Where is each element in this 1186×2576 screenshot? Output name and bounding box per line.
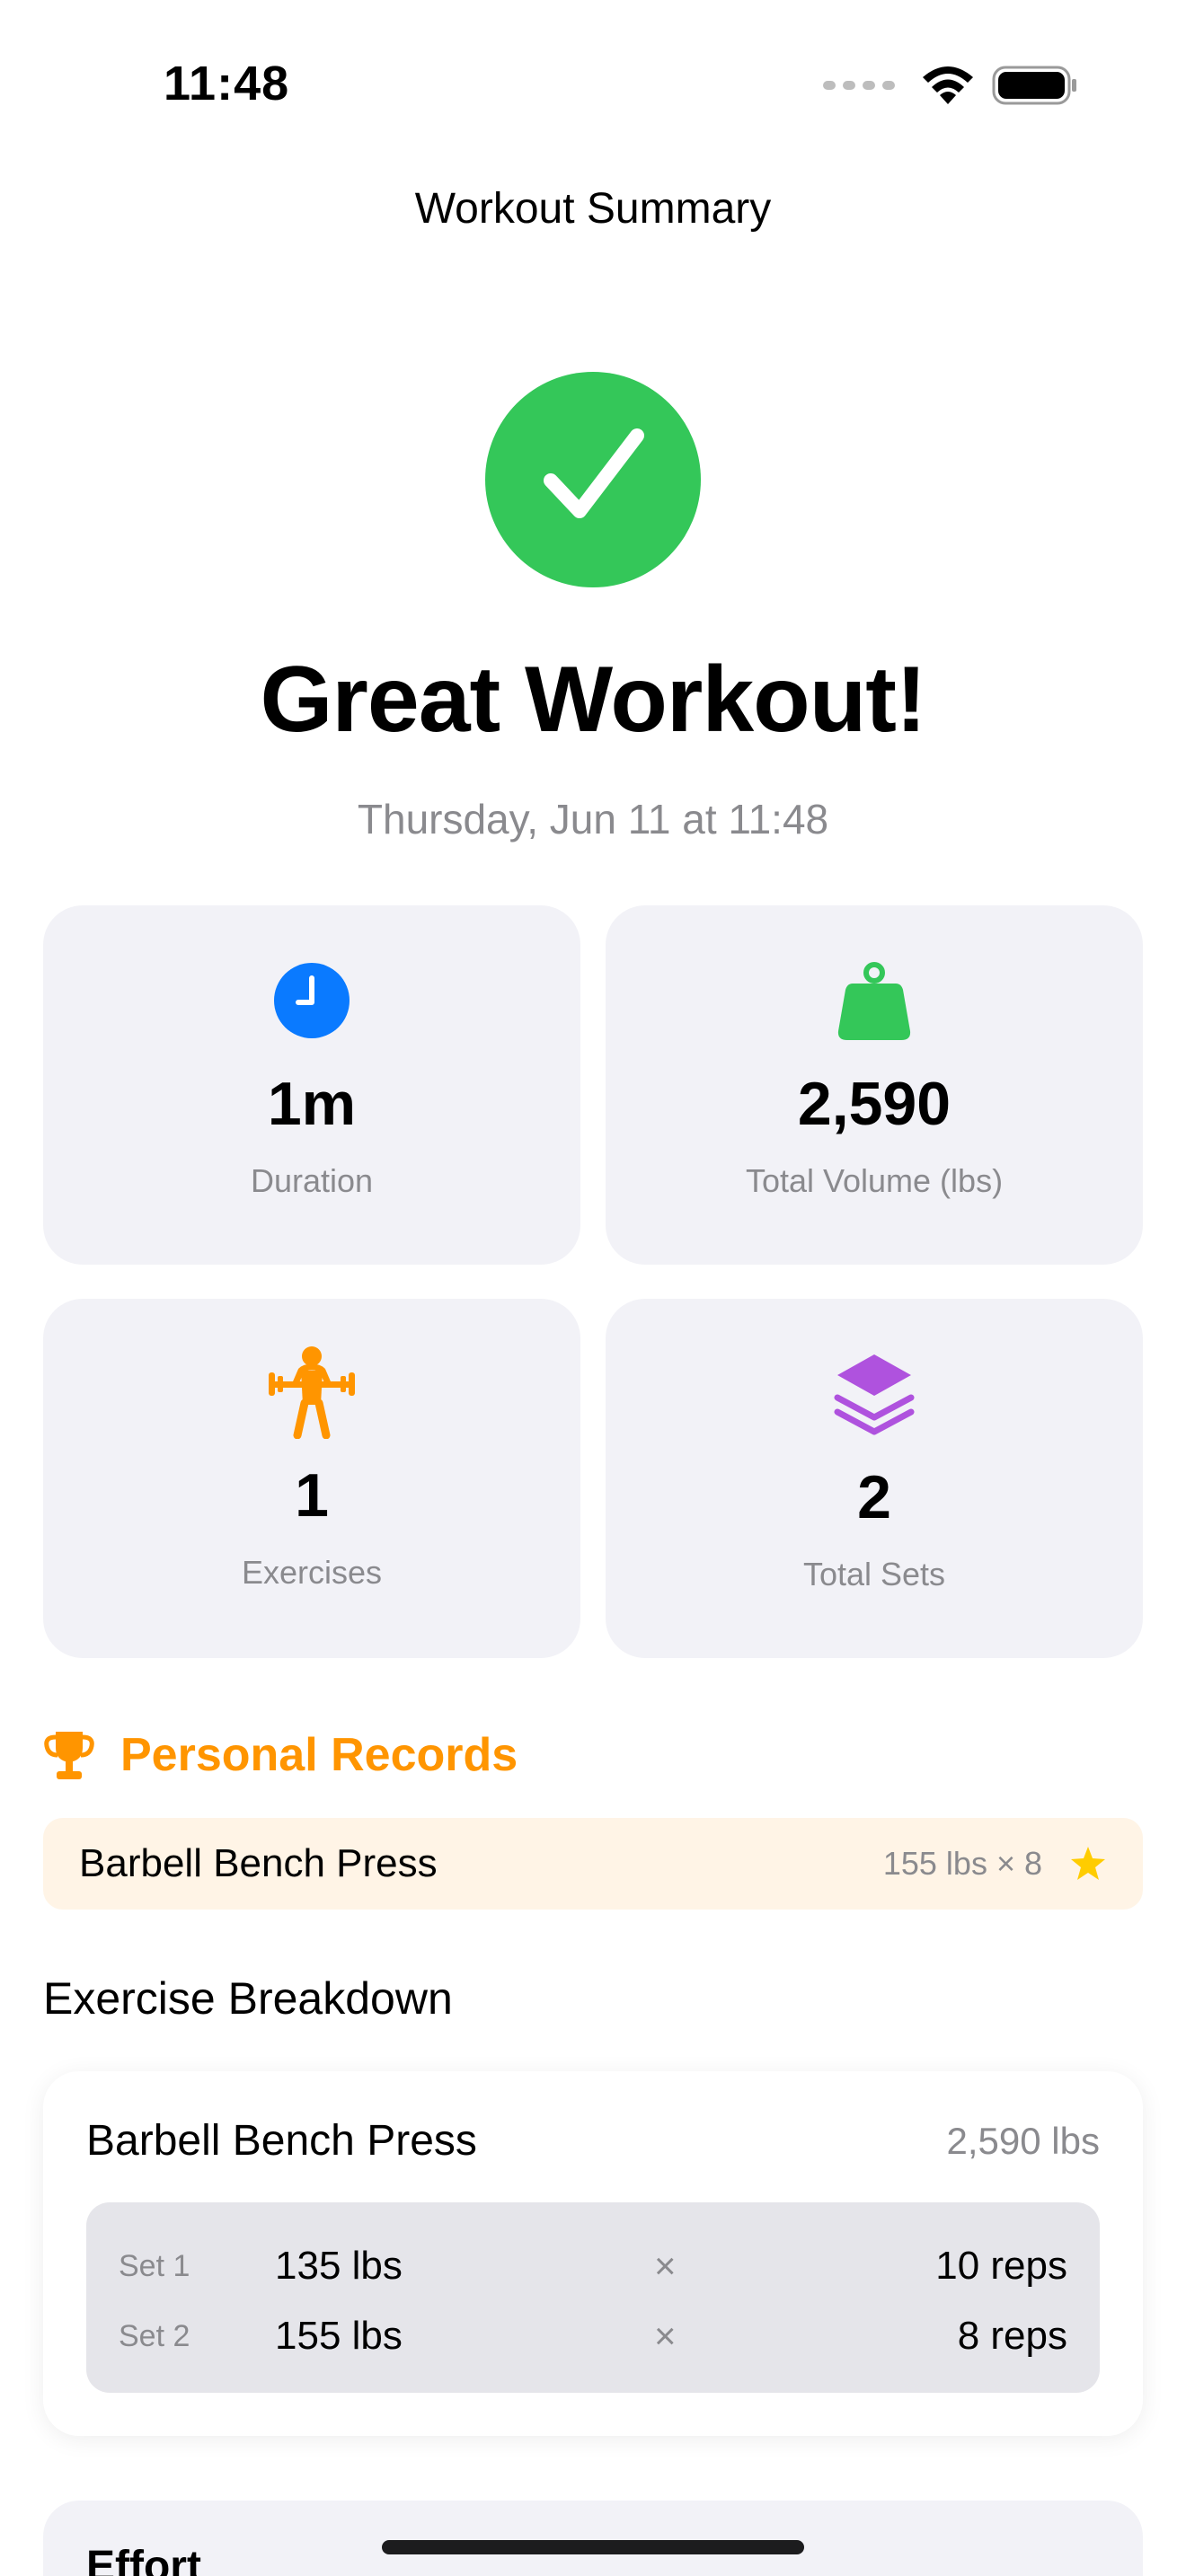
status-indicators <box>823 65 1078 106</box>
set-row: Set 1 135 lbs × 10 reps <box>86 2235 1100 2298</box>
success-checkmark-icon <box>485 372 701 587</box>
nav-title: Workout Summary <box>414 185 772 233</box>
set-label: Set 1 <box>119 2248 190 2283</box>
home-indicator[interactable] <box>382 2540 804 2554</box>
personal-record-item[interactable]: Barbell Bench Press 155 lbs × 8 <box>43 1818 1143 1910</box>
stat-label: Total Volume (lbs) <box>745 1162 1004 1199</box>
personal-records-title: Personal Records <box>120 1729 518 1781</box>
exercise-breakdown-title: Exercise Breakdown <box>43 1973 453 2024</box>
set-reps: 10 reps <box>935 2244 1067 2288</box>
personal-records-header: Personal Records <box>43 1728 518 1782</box>
hero-title: Great Workout! <box>260 648 926 752</box>
stat-card-duration: 1m Duration <box>43 905 580 1265</box>
stat-value: 1m <box>267 1070 357 1138</box>
battery-icon <box>992 66 1076 105</box>
pr-exercise-name: Barbell Bench Press <box>79 1841 438 1885</box>
workout-date: Thursday, Jun 11 at 11:48 <box>357 796 829 842</box>
exercise-name: Barbell Bench Press <box>86 2117 477 2165</box>
stack-layers-icon <box>834 1349 915 1439</box>
stat-value: 2 <box>857 1463 891 1531</box>
wifi-icon <box>923 66 973 104</box>
stat-label: Exercises <box>241 1554 383 1591</box>
exercise-card[interactable]: Barbell Bench Press 2,590 lbs Set 1 135 … <box>43 2071 1143 2436</box>
set-label: Set 2 <box>119 2318 190 2353</box>
stat-value: 1 <box>295 1461 329 1530</box>
set-reps: 8 reps <box>957 2314 1067 2358</box>
stat-card-total-volume: 2,590 Total Volume (lbs) <box>606 905 1143 1265</box>
pr-detail: 155 lbs × 8 <box>882 1845 1042 1882</box>
weightlifter-icon <box>267 1346 357 1439</box>
set-weight: 155 lbs <box>275 2314 403 2358</box>
status-time: 11:48 <box>164 57 290 110</box>
stat-card-total-sets: 2 Total Sets <box>606 1299 1143 1658</box>
stat-card-exercises: 1 Exercises <box>43 1299 580 1658</box>
trophy-icon <box>44 1732 94 1779</box>
times-icon: × <box>654 2245 677 2287</box>
set-weight: 135 lbs <box>275 2244 403 2288</box>
stat-label: Total Sets <box>802 1556 946 1592</box>
workout-summary-screen: 11:48 Workout Summary Great Workout! Thu… <box>0 0 1186 2576</box>
set-row: Set 2 155 lbs × 8 reps <box>86 2305 1100 2368</box>
star-icon <box>1071 1847 1105 1880</box>
stat-value: 2,590 <box>797 1070 951 1138</box>
clock-icon <box>273 956 350 1045</box>
scale-weight-icon <box>836 956 912 1045</box>
effort-title: Effort <box>86 2543 201 2576</box>
cellular-signal-icon <box>823 81 895 90</box>
effort-card[interactable]: Effort <box>43 2501 1143 2576</box>
stat-label: Duration <box>250 1162 374 1199</box>
sets-list: Set 1 135 lbs × 10 reps Set 2 155 lbs × … <box>86 2202 1100 2393</box>
times-icon: × <box>654 2315 677 2357</box>
exercise-volume: 2,590 lbs <box>946 2120 1100 2162</box>
